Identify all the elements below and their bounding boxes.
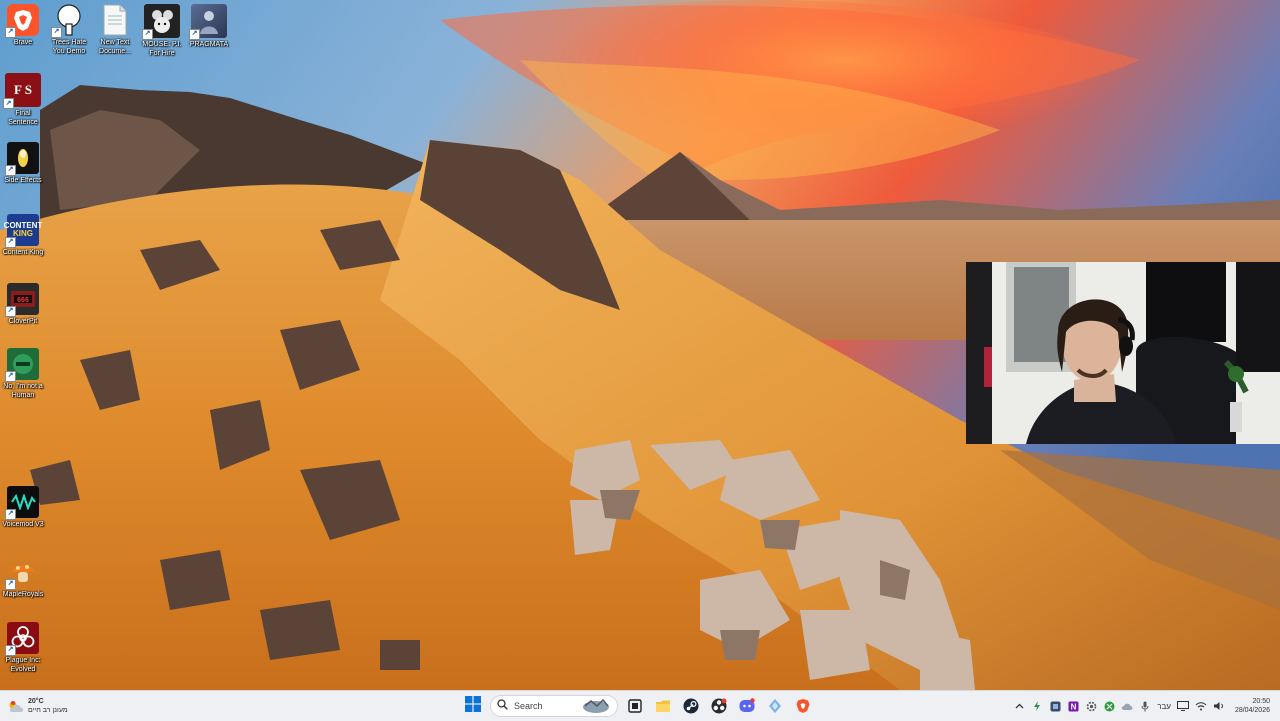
- voicemod-taskbar-icon[interactable]: [764, 695, 786, 717]
- desktop-icon-label: MapleRoyals: [2, 591, 44, 598]
- pragmata-game-icon: ↗: [189, 4, 227, 40]
- desktop-icon-label: Plague Inc: Evolved: [5, 657, 41, 673]
- desktop-icon-final-sentence[interactable]: F S ↗ Final Sentence: [0, 73, 46, 127]
- maple-mushroom-icon: ↗: [5, 556, 39, 590]
- desktop-icon-content-king[interactable]: CONTENT KING ↗ Content King: [0, 214, 46, 257]
- clock-time: 20:50: [1252, 698, 1270, 705]
- cloverpit-icon: 666 ↗: [5, 283, 39, 317]
- tree-icon: ↗: [51, 4, 85, 38]
- input-language-indicator[interactable]: עבר: [1157, 702, 1171, 711]
- show-hidden-icons-chevron-icon[interactable]: [1013, 700, 1025, 712]
- text-document-icon: [99, 4, 131, 36]
- desktop-icon-label: Trees Hate You Demo: [51, 39, 87, 55]
- desktop-icon-label: PRAGMATA: [189, 41, 229, 48]
- brave-lion-icon: ↗: [5, 4, 39, 38]
- biohazard-icon: ↗: [5, 622, 39, 656]
- file-explorer-icon[interactable]: [652, 695, 674, 717]
- desktop-icon-label: Final Sentence: [8, 110, 38, 126]
- desktop-icon-no-im-not-human[interactable]: ↗ No, I'm not a Human: [0, 348, 46, 400]
- search-highlight-art-icon: [581, 698, 611, 714]
- start-button[interactable]: [462, 695, 484, 717]
- desktop-icon-mouse-pi[interactable]: ↗ MOUSE: P.I. For Hire: [139, 4, 185, 58]
- desktop-icon-brave[interactable]: ↗ Brave: [0, 4, 46, 47]
- brave-taskbar-icon[interactable]: [792, 695, 814, 717]
- desktop-icon-trees-hate-you[interactable]: ↗ Trees Hate You Demo: [46, 4, 92, 56]
- cloud-sync-icon[interactable]: [1121, 700, 1133, 712]
- final-sentence-icon: F S ↗: [3, 73, 41, 109]
- clock-date: 28/04/2026: [1234, 707, 1270, 714]
- system-tray: N עבר 20:50 28/04/2026: [1013, 695, 1270, 717]
- side-effects-icon: ↗: [5, 142, 39, 176]
- wifi-icon[interactable]: [1195, 700, 1207, 712]
- discord-icon[interactable]: [736, 695, 758, 717]
- taskbar-search-box[interactable]: Search: [490, 695, 618, 717]
- search-placeholder: Search: [514, 701, 543, 711]
- desktop-icon-label: New Text Docume...: [99, 39, 131, 55]
- microphone-icon[interactable]: [1139, 700, 1151, 712]
- obs-icon[interactable]: [708, 695, 730, 717]
- svg-text:666: 666: [17, 297, 29, 304]
- network-app-icon[interactable]: [1049, 700, 1061, 712]
- windows-start-icon: [465, 695, 481, 717]
- svg-text:N: N: [1070, 702, 1076, 711]
- desktop-icon-pragmata[interactable]: ↗ PRAGMATA: [186, 4, 232, 49]
- weather-temperature: 20°C: [28, 698, 44, 705]
- voicemod-icon: ↗: [5, 486, 39, 520]
- desktop-icon-label: Voicemod V3: [2, 521, 44, 528]
- search-icon: [497, 697, 508, 715]
- desktop-icon-label: Content King: [2, 249, 44, 256]
- desktop-icon-voicemod[interactable]: ↗ Voicemod V3: [0, 486, 46, 529]
- desktop-icon-side-effects[interactable]: ↗ Side Effects: [0, 142, 46, 185]
- desktop-icon-plague-inc[interactable]: ↗ Plague Inc: Evolved: [0, 622, 46, 674]
- volume-icon[interactable]: [1213, 700, 1225, 712]
- xbox-icon[interactable]: [1103, 700, 1115, 712]
- settings-gear-icon[interactable]: [1085, 700, 1097, 712]
- desktop-icon-label: CloverPit: [8, 318, 38, 325]
- webcam-overlay: [966, 262, 1280, 444]
- display-icon[interactable]: [1176, 700, 1189, 712]
- task-view-icon[interactable]: [624, 695, 646, 717]
- weather-condition: מעונן רב חיים: [28, 707, 68, 714]
- taskbar: 20°C מעונן רב חיים Search N עבר 20:50 28…: [0, 690, 1280, 721]
- mouse-game-icon: ↗: [142, 4, 180, 40]
- partly-cloudy-icon: [8, 700, 24, 712]
- steam-icon[interactable]: [680, 695, 702, 717]
- desktop-icon-label: Brave: [13, 39, 33, 46]
- onenote-icon[interactable]: N: [1067, 700, 1079, 712]
- taskbar-center: Search: [462, 694, 814, 718]
- desktop-icon-label: No, I'm not a Human: [3, 383, 43, 399]
- power-usage-icon[interactable]: [1031, 700, 1043, 712]
- weather-widget[interactable]: 20°C מעונן רב חיים: [8, 695, 68, 717]
- desktop-icon-maple-royals[interactable]: ↗ MapleRoyals: [0, 556, 46, 599]
- not-human-icon: ↗: [5, 348, 39, 382]
- desktop-icon-cloverpit[interactable]: 666 ↗ CloverPit: [0, 283, 46, 326]
- system-clock[interactable]: 20:50 28/04/2026: [1235, 697, 1270, 715]
- desktop-icon-label: Side Effects: [4, 177, 42, 184]
- content-king-icon: CONTENT KING ↗: [4, 214, 42, 248]
- desktop-icon-label: MOUSE: P.I. For Hire: [142, 41, 182, 57]
- desktop-icon-new-text-doc[interactable]: New Text Docume...: [92, 4, 138, 56]
